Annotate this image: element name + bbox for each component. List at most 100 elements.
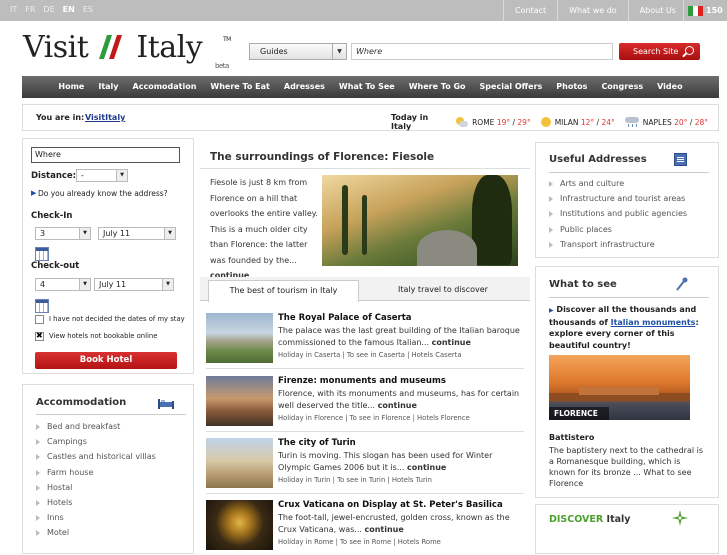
what-we-do-link[interactable]: What we do xyxy=(557,0,628,21)
checkout-day-select[interactable]: 4 ▼ xyxy=(35,278,91,291)
weather-high: 28° xyxy=(694,117,708,127)
chevron-down-icon: ▼ xyxy=(332,44,346,59)
not-bookable-checkbox[interactable] xyxy=(35,331,44,341)
florence-image[interactable]: FLORENCE xyxy=(549,355,690,420)
featured-article: The surroundings of Florence: Fiesole Fi… xyxy=(200,142,530,280)
hotel-booking-form: Where Distance: - ▼ ▶ Do you already know… xyxy=(22,138,194,374)
know-address-link[interactable]: Do you already know the address? xyxy=(38,189,168,198)
nav-italy[interactable]: Italy xyxy=(91,76,125,98)
article-tags[interactable]: Holiday in Caserta | To see in Caserta |… xyxy=(278,351,462,359)
weather-milan[interactable]: MILAN 12° / 24° xyxy=(540,117,615,127)
article-thumbnail-florence[interactable] xyxy=(206,376,273,426)
nav-where-to-go[interactable]: Where To Go xyxy=(402,76,473,98)
triangle-bullet-icon: ▶ xyxy=(31,189,37,197)
book-hotel-button[interactable]: Book Hotel xyxy=(35,352,177,369)
italy-flag-counter[interactable]: 150 xyxy=(683,0,727,21)
accommodation-item[interactable]: Hostal xyxy=(36,480,156,495)
logo-tm: TM xyxy=(223,36,231,43)
useful-address-item[interactable]: Arts and culture xyxy=(549,176,687,191)
search-button[interactable]: Search Site xyxy=(619,43,700,60)
nav-home[interactable]: Home xyxy=(51,76,91,98)
distance-label: Distance: xyxy=(31,171,77,181)
monument-name[interactable]: Battistero xyxy=(549,433,594,442)
nav-video[interactable]: Video xyxy=(650,76,689,98)
article-thumbnail-caserta[interactable] xyxy=(206,313,273,363)
weather-city-name: MILAN xyxy=(554,117,579,127)
article-thumbnail-turin[interactable] xyxy=(206,438,273,488)
weather-city-name: ROME xyxy=(472,117,495,127)
not-bookable-label: View hotels not bookable online xyxy=(49,332,158,340)
checkin-month-select[interactable]: July 11 ▼ xyxy=(98,227,176,240)
checkout-calendar-icon[interactable] xyxy=(35,299,49,313)
featured-text: Fiesole is just 8 km from Florence on a … xyxy=(210,175,322,284)
nav-photos[interactable]: Photos xyxy=(549,76,594,98)
accommodation-item[interactable]: Castles and historical villas xyxy=(36,449,156,464)
lang-it[interactable]: IT xyxy=(10,5,17,14)
lang-es[interactable]: ES xyxy=(83,5,93,14)
distance-select[interactable]: - ▼ xyxy=(76,169,128,182)
accommodation-item[interactable]: Bed and breakfast xyxy=(36,419,156,434)
featured-image-fiesole[interactable] xyxy=(322,175,518,266)
article-title[interactable]: The Royal Palace of Caserta xyxy=(278,313,412,323)
nav-special-offers[interactable]: Special Offers xyxy=(473,76,550,98)
search-category-select[interactable]: Guides ▼ xyxy=(249,43,347,60)
accommodation-item[interactable]: Campings xyxy=(36,434,156,449)
useful-address-item[interactable]: Institutions and public agencies xyxy=(549,206,687,221)
useful-address-item[interactable]: Infrastructure and tourist areas xyxy=(549,191,687,206)
florence-image-label: FLORENCE xyxy=(549,407,609,420)
nav-accomodation[interactable]: Accomodation xyxy=(126,76,204,98)
article-continue-link[interactable]: continue xyxy=(378,401,417,410)
weather-low: 20° xyxy=(674,117,688,127)
accommodation-item[interactable]: Hotels xyxy=(36,495,156,510)
useful-addresses-title: Useful Addresses xyxy=(549,154,647,165)
italian-monuments-link[interactable]: Italian monuments xyxy=(611,318,696,327)
useful-address-item[interactable]: Public places xyxy=(549,222,687,237)
checkout-month-select[interactable]: July 11 ▼ xyxy=(94,278,174,291)
article-thumbnail-crux-vaticana[interactable] xyxy=(206,500,273,550)
divider xyxy=(549,172,709,173)
breadcrumb-link[interactable]: VisitItaly xyxy=(85,113,125,122)
discover-italy-title[interactable]: DISCOVER Italy xyxy=(549,514,630,525)
checkin-calendar-icon[interactable] xyxy=(35,247,49,261)
italy-flag-icon xyxy=(688,5,703,16)
article-continue-link[interactable]: continue xyxy=(432,338,471,347)
accommodation-item[interactable]: Motel xyxy=(36,525,156,540)
lang-fr[interactable]: FR xyxy=(25,5,35,14)
weather-naples[interactable]: NAPLES 20° / 28° xyxy=(624,117,708,127)
booking-where-value: Where xyxy=(35,150,61,159)
article-title[interactable]: Firenze: monuments and museums xyxy=(278,376,446,386)
article-body: The palace was the last great building o… xyxy=(278,326,520,347)
breadcrumb-label: You are in: xyxy=(36,113,85,122)
contact-link[interactable]: Contact xyxy=(503,0,557,21)
nav-where-to-eat[interactable]: Where To Eat xyxy=(203,76,276,98)
featured-title[interactable]: The surroundings of Florence: Fiesole xyxy=(210,151,434,163)
useful-address-item[interactable]: Transport infrastructure xyxy=(549,237,687,252)
lang-en[interactable]: EN xyxy=(63,5,75,14)
search-input[interactable]: Where xyxy=(351,43,613,60)
article-item: Firenze: monuments and museums Florence,… xyxy=(206,376,524,432)
weather-title: Today in Italy xyxy=(391,113,429,131)
article-title[interactable]: Crux Vaticana on Display at St. Peter's … xyxy=(278,500,503,510)
article-title[interactable]: The city of Turin xyxy=(278,438,356,448)
lang-de[interactable]: DE xyxy=(43,5,54,14)
tab-italy-travel[interactable]: Italy travel to discover xyxy=(365,280,521,300)
nav-adresses[interactable]: Adresses xyxy=(277,76,332,98)
tab-best-of-tourism[interactable]: The best of tourism in Italy xyxy=(208,280,359,302)
divider xyxy=(206,493,524,494)
booking-where-input[interactable]: Where xyxy=(31,147,180,163)
accommodation-item[interactable]: Farm house xyxy=(36,465,156,480)
article-continue-link[interactable]: continue xyxy=(364,525,403,534)
article-tags[interactable]: Holiday in Turin | To see in Turin | Hot… xyxy=(278,476,432,484)
about-us-link[interactable]: About Us xyxy=(627,0,687,21)
site-logo[interactable]: Visit Italy TM beta xyxy=(23,30,231,70)
weather-rome[interactable]: ROME 19° / 29° xyxy=(456,117,531,127)
useful-addresses-list: Arts and culture Infrastructure and tour… xyxy=(549,176,687,252)
checkin-day-select[interactable]: 3 ▼ xyxy=(35,227,91,240)
nav-what-to-see[interactable]: What To See xyxy=(332,76,402,98)
nav-congress[interactable]: Congress xyxy=(594,76,650,98)
accommodation-item[interactable]: Inns xyxy=(36,510,156,525)
article-tags[interactable]: Holiday in Florence | To see in Florence… xyxy=(278,414,470,422)
article-continue-link[interactable]: continue xyxy=(407,463,446,472)
weather-low: 19° xyxy=(496,117,511,127)
undecided-checkbox[interactable] xyxy=(35,315,44,324)
